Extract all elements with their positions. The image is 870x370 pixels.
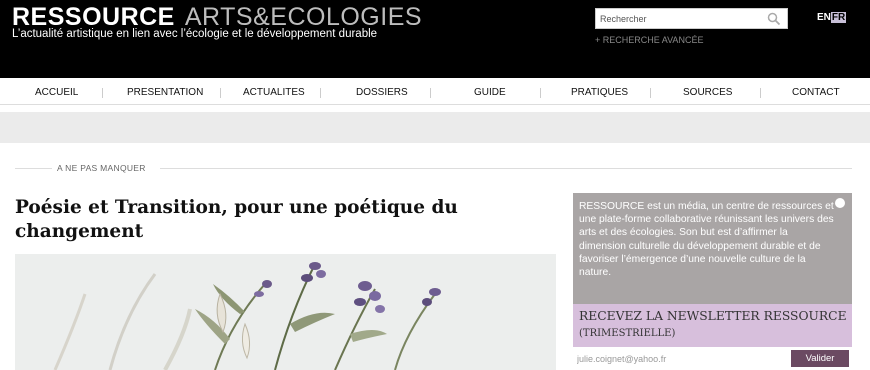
newsletter-form: Valider: [573, 348, 852, 370]
lang-en-link[interactable]: EN: [817, 12, 831, 23]
search-icon[interactable]: [767, 12, 781, 26]
advanced-search-link[interactable]: + RECHERCHE AVANCÉE: [595, 35, 703, 45]
about-text: RESSOURCE est un média, un centre de res…: [579, 201, 834, 279]
section-label: A NE PAS MANQUER: [57, 163, 146, 173]
validate-button[interactable]: Valider: [791, 350, 849, 367]
nav-divider: [650, 88, 651, 98]
nav-divider: [430, 88, 431, 98]
search-box: [595, 8, 788, 29]
circle-icon[interactable]: [835, 198, 845, 208]
article-title[interactable]: Poésie et Transition, pour une poétique …: [15, 196, 535, 244]
nav-item-guide[interactable]: GUIDE: [474, 87, 506, 98]
brand-sub: ARTS&ECOLOGIES: [184, 3, 423, 31]
nav-divider: [540, 88, 541, 98]
section-divider: [15, 168, 52, 169]
nav-item-accueil[interactable]: ACCUEIL: [35, 87, 78, 98]
email-field[interactable]: [577, 352, 777, 366]
about-panel: RESSOURCE est un média, un centre de res…: [573, 193, 852, 304]
site-tagline: L’actualité artistique en lien avec l’éc…: [12, 28, 378, 40]
brand-main: RESSOURCE: [12, 3, 175, 31]
nav-item-dossiers[interactable]: DOSSIERS: [356, 87, 408, 98]
banner-band: [0, 112, 870, 143]
newsletter-frequency: (TRIMESTRIELLE): [579, 328, 676, 339]
nav-item-presentation[interactable]: PRESENTATION: [127, 87, 203, 98]
section-divider: [160, 168, 852, 169]
article-image[interactable]: [15, 254, 556, 370]
nav-divider: [320, 88, 321, 98]
nav-item-actualites[interactable]: ACTUALITES: [243, 87, 305, 98]
nav-divider: [220, 88, 221, 98]
newsletter-panel: RECEVEZ LA NEWSLETTER RESSOURCE (TRIMEST…: [573, 304, 852, 347]
nav-item-contact[interactable]: CONTACT: [792, 87, 840, 98]
lang-fr-link[interactable]: FR: [830, 12, 847, 23]
main-nav: ACCUEIL PRESENTATION ACTUALITES DOSSIERS…: [0, 82, 870, 105]
search-input[interactable]: [600, 12, 760, 26]
nav-divider: [760, 88, 761, 98]
nav-item-sources[interactable]: SOURCES: [683, 87, 732, 98]
newsletter-heading: RECEVEZ LA NEWSLETTER RESSOURCE: [579, 309, 847, 323]
language-switcher: ENFR: [817, 12, 847, 23]
nav-item-pratiques[interactable]: PRATIQUES: [571, 87, 628, 98]
nav-divider: [102, 88, 103, 98]
newsletter-title: RECEVEZ LA NEWSLETTER RESSOURCE (TRIMEST…: [579, 308, 849, 342]
site-header: RESSOURCE ARTS&ECOLOGIES L’actualité arti…: [0, 0, 870, 78]
